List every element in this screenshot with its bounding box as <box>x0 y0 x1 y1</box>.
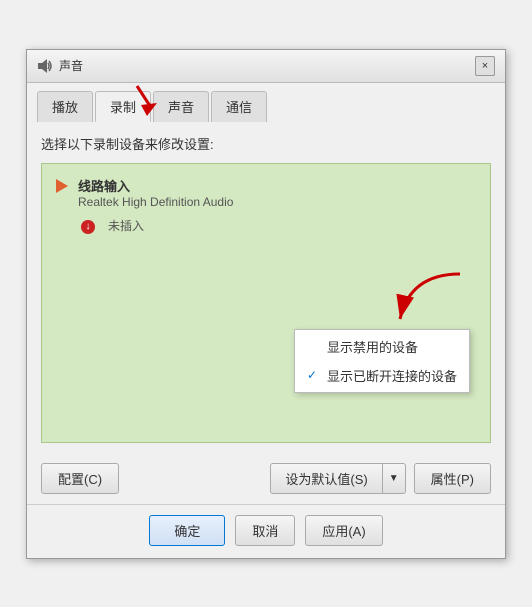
device-status: 未插入 <box>108 217 144 234</box>
footer-divider <box>27 504 505 505</box>
show-disabled-label: 显示禁用的设备 <box>327 337 418 356</box>
device-info: 线路输入 Realtek High Definition Audio <box>78 176 233 209</box>
context-menu-item-show-disconnected[interactable]: ✓ 显示已断开连接的设备 <box>295 361 469 390</box>
device-down-icon: ↓ <box>78 217 98 237</box>
tab-content: 选择以下录制设备来修改设置: 线路输入 Realtek High Definit… <box>27 122 505 455</box>
speaker-icon <box>37 58 53 74</box>
right-action-buttons: 设为默认值(S) ▼ 属性(P) <box>270 463 491 494</box>
tab-playback[interactable]: 播放 <box>37 91 93 122</box>
window-title: 声音 <box>59 57 83 74</box>
context-menu: 显示禁用的设备 ✓ 显示已断开连接的设备 <box>294 329 470 393</box>
set-default-dropdown[interactable]: ▼ <box>382 463 406 494</box>
set-default-split-button: 设为默认值(S) ▼ <box>270 463 405 494</box>
tab-communications[interactable]: 通信 <box>211 91 267 122</box>
description-text: 选择以下录制设备来修改设置: <box>41 134 491 153</box>
configure-button[interactable]: 配置(C) <box>41 463 119 494</box>
set-default-button[interactable]: 设为默认值(S) <box>270 463 381 494</box>
device-list: 线路输入 Realtek High Definition Audio ↓ 未插入… <box>41 163 491 443</box>
context-menu-item-show-disabled[interactable]: 显示禁用的设备 <box>295 332 469 361</box>
device-name: 线路输入 <box>78 176 233 195</box>
device-item[interactable]: 线路输入 Realtek High Definition Audio <box>50 172 482 213</box>
device-status-item: ↓ 未插入 <box>50 213 482 241</box>
tab-sounds[interactable]: 声音 <box>153 91 209 122</box>
apply-button[interactable]: 应用(A) <box>305 515 382 546</box>
ok-button[interactable]: 确定 <box>149 515 225 546</box>
properties-button[interactable]: 属性(P) <box>414 463 491 494</box>
confirm-buttons: 确定 取消 应用(A) <box>27 511 505 558</box>
close-button[interactable]: × <box>475 56 495 76</box>
sound-dialog: 声音 × 播放 录制 声音 通信 选择以下录制设备来修改设置: 线路输入 Re <box>26 49 506 559</box>
tab-recording[interactable]: 录制 <box>95 91 151 122</box>
tab-bar: 播放 录制 声音 通信 <box>27 83 505 122</box>
action-buttons: 配置(C) 设为默认值(S) ▼ 属性(P) <box>27 455 505 498</box>
title-bar: 声音 × <box>27 50 505 83</box>
check-disconnected: ✓ <box>307 368 321 382</box>
device-sub: Realtek High Definition Audio <box>78 195 233 209</box>
title-bar-left: 声音 <box>37 57 83 74</box>
show-disconnected-label: 显示已断开连接的设备 <box>327 366 457 385</box>
device-arrow-icon <box>52 176 72 196</box>
cancel-button[interactable]: 取消 <box>235 515 295 546</box>
